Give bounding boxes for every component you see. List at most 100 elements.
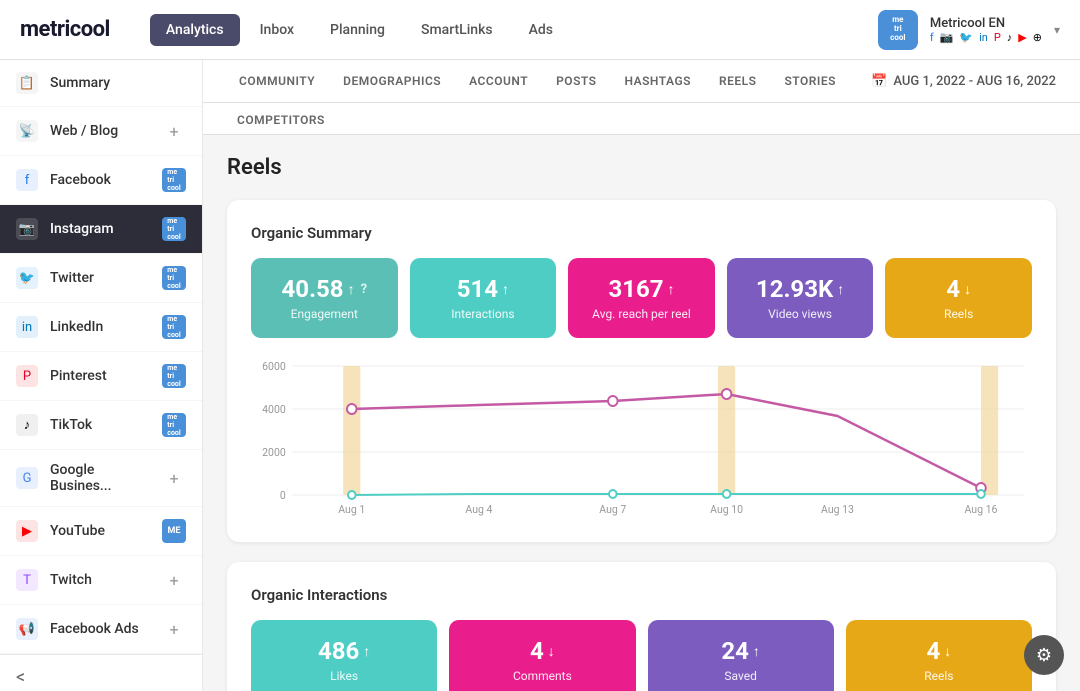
metric-arrow: ↑	[363, 643, 370, 660]
organic-interaction-metric-reels: 4 ↓ Reels	[846, 620, 1032, 691]
sub-tab-demographics[interactable]: DEMOGRAPHICS	[331, 68, 453, 94]
sub-tab-posts[interactable]: POSTS	[544, 68, 608, 94]
organic-interaction-metric-comments: 4 ↓ Comments	[449, 620, 635, 691]
profile-badge: me tri cool	[878, 10, 918, 50]
chart-svg: 6000 4000 2000 0	[259, 358, 1024, 518]
metric-label: Reels	[944, 307, 973, 321]
sidebar-me-youtube: ME	[162, 519, 186, 543]
profile-name: Metricool EN	[930, 16, 1042, 31]
sidebar-collapse-btn[interactable]: <	[0, 654, 202, 691]
svg-text:Aug 1: Aug 1	[338, 503, 365, 516]
sidebar-item-twitter[interactable]: 🐦Twittermetricool	[0, 254, 202, 303]
nav-item-inbox[interactable]: Inbox	[244, 14, 310, 46]
sub-nav-row2: COMPETITORS	[203, 103, 1080, 135]
nav-item-planning[interactable]: Planning	[314, 14, 401, 46]
organic-summary-title: Organic Summary	[251, 224, 1032, 242]
sidebar-avatar-facebook: metricool	[162, 168, 186, 192]
metric-arrow: ↑	[753, 643, 760, 660]
sidebar-icon-youtube: ▶	[16, 520, 38, 542]
sidebar-icon-facebook: f	[16, 169, 38, 191]
sidebar-avatar-tiktok: metricool	[162, 413, 186, 437]
organic-summary-metric-reels: 4 ↓ Reels	[885, 258, 1032, 338]
tw-icon: 🐦	[959, 31, 973, 44]
organic-summary-metric-interactions: 514 ↑ Interactions	[410, 258, 557, 338]
yt-icon: ▶	[1018, 31, 1026, 44]
metric-label: Likes	[330, 669, 358, 683]
metric-label: Reels	[924, 669, 953, 683]
sidebar-avatar-instagram: metricool	[162, 217, 186, 241]
logo: metricool	[20, 17, 110, 42]
metric-label: Interactions	[451, 307, 514, 321]
organic-summary-metrics: 40.58 ↑ ? Engagement 514 ↑ Interactions …	[251, 258, 1032, 338]
sub-tab-reels[interactable]: REELS	[707, 68, 768, 94]
sidebar-icon-web-blog: 📡	[16, 120, 38, 142]
competitors-tab[interactable]: COMPETITORS	[227, 109, 335, 131]
sidebar-item-facebook-ads[interactable]: 📢Facebook Ads+	[0, 605, 202, 654]
metric-value: 24 ↑	[721, 637, 760, 665]
svg-text:Aug 13: Aug 13	[821, 503, 854, 516]
top-nav: metricool AnalyticsInboxPlanningSmartLin…	[0, 0, 1080, 60]
svg-text:Aug 16: Aug 16	[965, 503, 998, 516]
metric-label: Video views	[768, 307, 832, 321]
sidebar-add-google-business[interactable]: +	[162, 466, 186, 490]
sidebar-item-facebook[interactable]: fFacebookmetricool	[0, 156, 202, 205]
organic-interaction-metric-likes: 486 ↑ Likes	[251, 620, 437, 691]
sidebar-item-tiktok[interactable]: ♪ TikTok metricool	[0, 401, 202, 450]
svg-text:Aug 7: Aug 7	[599, 503, 626, 516]
metric-value: 12.93K ↑	[756, 275, 844, 303]
sidebar-item-summary[interactable]: 📋Summary	[0, 60, 202, 107]
sidebar-add-twitch[interactable]: +	[162, 568, 186, 592]
gear-button[interactable]: ⚙	[1024, 635, 1064, 675]
metric-value: 3167 ↑	[608, 275, 674, 303]
metric-value: 4 ↓	[946, 275, 971, 303]
organic-interactions-metrics: 486 ↑ Likes 4 ↓ Comments 24 ↑ Saved 4 ↓ …	[251, 620, 1032, 691]
metric-arrow: ↓	[964, 281, 971, 298]
sub-tab-stories[interactable]: STORIES	[772, 68, 847, 94]
sidebar-icon-linkedin: in	[16, 316, 38, 338]
sidebar-icon-tiktok: ♪	[16, 414, 38, 436]
sidebar-label-facebook-ads: Facebook Ads	[50, 621, 150, 637]
metric-label: Avg. reach per reel	[592, 307, 691, 321]
sidebar-item-pinterest[interactable]: PPinterestmetricool	[0, 352, 202, 401]
page-content: Reels Organic Summary 40.58 ↑ ? Engageme…	[203, 135, 1080, 691]
nav-item-ads[interactable]: Ads	[513, 14, 569, 46]
profile-info-block: Metricool EN f 📷 🐦 in P ♪ ▶ ⊕	[930, 16, 1042, 44]
sidebar-item-google-business[interactable]: GGoogle Busines...+	[0, 450, 202, 507]
sidebar-item-web-blog[interactable]: 📡Web / Blog+	[0, 107, 202, 156]
sidebar-item-linkedin[interactable]: inLinkedInmetricool	[0, 303, 202, 352]
pi-icon: P	[994, 31, 1001, 44]
organic-summary-metric-engagement: 40.58 ↑ ? Engagement	[251, 258, 398, 338]
nav-items: AnalyticsInboxPlanningSmartLinksAds	[150, 14, 878, 46]
sidebar-item-youtube[interactable]: ▶YouTubeME	[0, 507, 202, 556]
date-range-text[interactable]: AUG 1, 2022 - AUG 16, 2022	[893, 74, 1056, 89]
organic-summary-metric-video-views: 12.93K ↑ Video views	[727, 258, 874, 338]
sub-tab-hashtags[interactable]: HASHTAGS	[613, 68, 703, 94]
sidebar-icon-twitch: T	[16, 569, 38, 591]
dropdown-icon[interactable]: ▾	[1054, 23, 1060, 37]
organic-summary-metric-avg.-reach-per-reel: 3167 ↑ Avg. reach per reel	[568, 258, 715, 338]
page-title: Reels	[227, 155, 1056, 180]
svg-text:0: 0	[280, 489, 286, 502]
sidebar-add-facebook-ads[interactable]: +	[162, 617, 186, 641]
nav-item-smartlinks[interactable]: SmartLinks	[405, 14, 509, 46]
metric-value: 514 ↑	[457, 275, 509, 303]
sub-tab-community[interactable]: COMMUNITY	[227, 68, 327, 94]
sidebar-item-instagram[interactable]: 📷Instagrammetricool	[0, 205, 202, 254]
sidebar-avatar-linkedin: metricool	[162, 315, 186, 339]
metric-label: Saved	[724, 669, 756, 683]
nav-item-analytics[interactable]: Analytics	[150, 14, 240, 46]
sidebar-avatar-twitter: metricool	[162, 266, 186, 290]
metric-value: 40.58 ↑ ?	[282, 275, 368, 303]
sub-nav-tabs: COMMUNITYDEMOGRAPHICSACCOUNTPOSTSHASHTAG…	[227, 60, 871, 102]
organic-summary-chart: 6000 4000 2000 0	[251, 358, 1032, 518]
sidebar-label-tiktok: TikTok	[50, 417, 150, 433]
date-range: 📅 AUG 1, 2022 - AUG 16, 2022	[871, 74, 1056, 89]
sidebar-label-instagram: Instagram	[50, 221, 150, 237]
sidebar-item-twitch[interactable]: TTwitch+	[0, 556, 202, 605]
metric-arrow: ↓	[944, 643, 951, 660]
sidebar-label-twitter: Twitter	[50, 270, 150, 286]
svg-text:Aug 4: Aug 4	[465, 503, 492, 516]
sub-tab-account[interactable]: ACCOUNT	[457, 68, 540, 94]
social-icons: f 📷 🐦 in P ♪ ▶ ⊕	[930, 31, 1042, 44]
sidebar-add-web-blog[interactable]: +	[162, 119, 186, 143]
